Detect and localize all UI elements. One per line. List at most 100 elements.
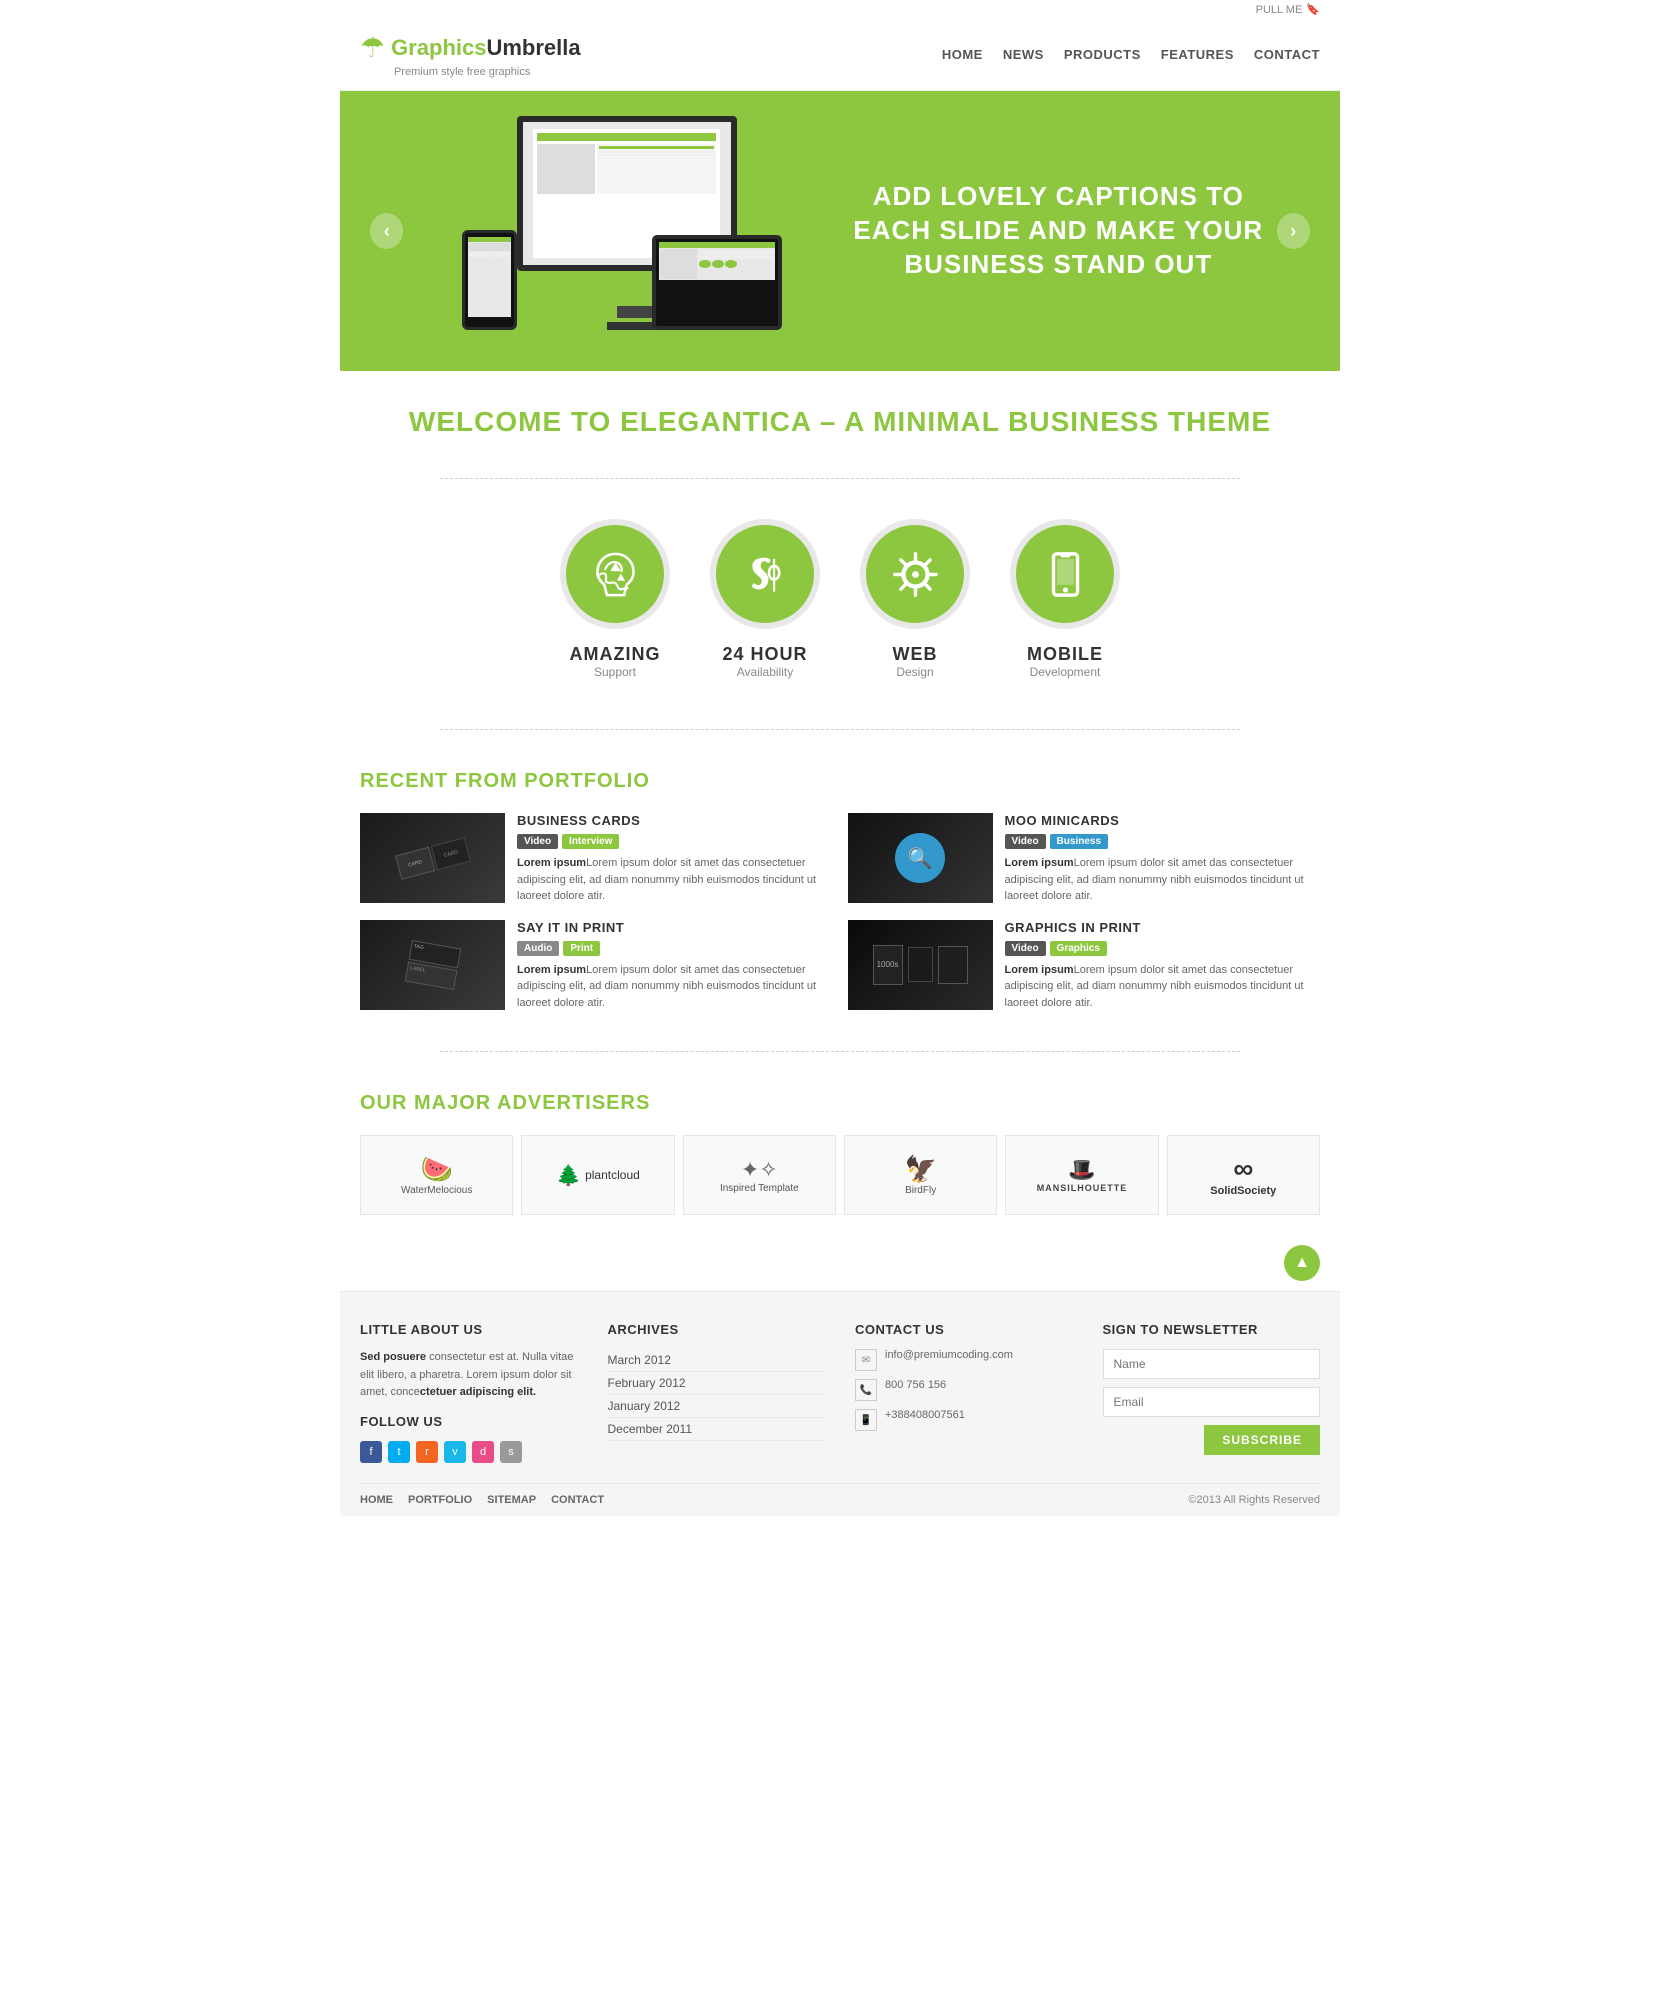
pull-me-label: PULL ME [1256, 4, 1303, 16]
divider [440, 478, 1240, 479]
contact-email-item: ✉ info@premiumcoding.com [855, 1349, 1073, 1371]
tag-interview[interactable]: Interview [562, 834, 619, 849]
footer-contact-title: CONTACT US [855, 1322, 1073, 1337]
portfolio-thumb-moo[interactable]: 🔍 [848, 813, 993, 903]
portfolio-tags: Video Graphics [1005, 941, 1321, 956]
welcome-heading: WELCOME TO ELEGANTICA – A MINIMAL BUSINE… [360, 406, 1320, 438]
contact-phone: 800 756 156 [885, 1379, 946, 1391]
footer-columns: LITTLE ABOUT US Sed posuere consectetur … [360, 1322, 1320, 1483]
tag-video[interactable]: Video [517, 834, 558, 849]
twitter-icon[interactable]: t [388, 1441, 410, 1463]
facebook-icon[interactable]: f [360, 1441, 382, 1463]
contact-phone-item: 📞 800 756 156 [855, 1379, 1073, 1401]
tag-graphics[interactable]: Graphics [1050, 941, 1107, 956]
rss-icon[interactable]: r [416, 1441, 438, 1463]
newsletter-email-input[interactable] [1103, 1387, 1321, 1417]
feature-mobile-title: MOBILE [1010, 644, 1120, 665]
divider-2 [440, 729, 1240, 730]
footer-nav: HOME PORTFOLIO SITEMAP CONTACT [360, 1494, 604, 1506]
feature-amazing-icon [560, 519, 670, 629]
footer-nav-portfolio[interactable]: PORTFOLIO [408, 1494, 472, 1506]
portfolio-item-text: Lorem ipsumLorem ipsum dolor sit amet da… [1005, 855, 1321, 905]
tag-video[interactable]: Video [1005, 941, 1046, 956]
slider-prev-button[interactable]: ‹ [370, 213, 403, 249]
phone-icon: 📞 [855, 1379, 877, 1401]
mobile-icon: 📱 [855, 1409, 877, 1431]
feature-24hour: 24 HOUR Availability [710, 519, 820, 679]
portfolio-info: SAY IT IN PRINT Audio Print Lorem ipsumL… [517, 920, 833, 1012]
newsletter-name-input[interactable] [1103, 1349, 1321, 1379]
feature-web-icon [860, 519, 970, 629]
feature-web-subtitle: Design [860, 665, 970, 679]
footer: LITTLE ABOUT US Sed posuere consectetur … [340, 1291, 1340, 1516]
features-section: AMAZING Support 24 HOUR Availability [340, 499, 1340, 709]
portfolio-item-title: MOO MINICARDS [1005, 813, 1321, 828]
advertiser-solid-society[interactable]: ∞ SolidSociety [1167, 1135, 1320, 1215]
social-icons: f t r v d s [360, 1441, 578, 1463]
portfolio-item-text: Lorem ipsumLorem ipsum dolor sit amet da… [1005, 962, 1321, 1012]
portfolio-item: 1000s GRAPHICS IN PRINT Video Graphics L… [848, 920, 1321, 1012]
copyright: ©2013 All Rights Reserved [1188, 1494, 1320, 1506]
slider-next-button[interactable]: › [1277, 213, 1310, 249]
advertiser-plantcloud[interactable]: 🌲 plantcloud [521, 1135, 674, 1215]
bookmark-icon: 🔖 [1306, 3, 1320, 16]
feature-mobile-icon [1010, 519, 1120, 629]
footer-about: LITTLE ABOUT US Sed posuere consectetur … [360, 1322, 578, 1463]
portfolio-thumb-print[interactable]: TAG LABEL [360, 920, 505, 1010]
hero-slider: ‹ [340, 91, 1340, 371]
back-to-top-button[interactable]: ▲ [1284, 1245, 1320, 1281]
tag-print[interactable]: Print [563, 941, 600, 956]
archive-january[interactable]: January 2012 [608, 1395, 826, 1418]
portfolio-tags: Audio Print [517, 941, 833, 956]
advertiser-birdfly[interactable]: 🦅 BirdFly [844, 1135, 997, 1215]
footer-follow-title: FOLLOW US [360, 1414, 578, 1429]
portfolio-info: BUSINESS CARDS Video Interview Lorem ips… [517, 813, 833, 905]
share-icon[interactable]: s [500, 1441, 522, 1463]
footer-bottom: HOME PORTFOLIO SITEMAP CONTACT ©2013 All… [360, 1483, 1320, 1516]
nav-home[interactable]: HOME [942, 47, 983, 62]
footer-contact: CONTACT US ✉ info@premiumcoding.com 📞 80… [855, 1322, 1073, 1463]
umbrella-icon: ☂ [360, 31, 385, 64]
dribbble-icon[interactable]: d [472, 1441, 494, 1463]
advertiser-inspired-template[interactable]: ✦✧ Inspired Template [683, 1135, 836, 1215]
nav-products[interactable]: PRODUCTS [1064, 47, 1141, 62]
footer-nav-contact[interactable]: CONTACT [551, 1494, 604, 1506]
slider-devices [403, 116, 840, 346]
portfolio-info: MOO MINICARDS Video Business Lorem ipsum… [1005, 813, 1321, 905]
logo-text: GraphicsUmbrella [391, 35, 581, 61]
advertiser-man-silhouette[interactable]: 🎩 MANSILHOUETTE [1005, 1135, 1158, 1215]
portfolio-item-text: Lorem ipsumLorem ipsum dolor sit amet da… [517, 962, 833, 1012]
tag-video[interactable]: Video [1005, 834, 1046, 849]
feature-web-title: WEB [860, 644, 970, 665]
email-icon: ✉ [855, 1349, 877, 1371]
archive-december[interactable]: December 2011 [608, 1418, 826, 1441]
feature-web: WEB Design [860, 519, 970, 679]
archive-february[interactable]: February 2012 [608, 1372, 826, 1395]
feature-mobile: MOBILE Development [1010, 519, 1120, 679]
footer-nav-sitemap[interactable]: SITEMAP [487, 1494, 536, 1506]
nav-features[interactable]: FEATURES [1161, 47, 1234, 62]
footer-nav-home[interactable]: HOME [360, 1494, 393, 1506]
slider-caption: ADD LOVELY CAPTIONS TO EACH SLIDE AND MA… [840, 180, 1277, 281]
footer-archives: ARCHIVES March 2012 February 2012 Januar… [608, 1322, 826, 1463]
tag-audio[interactable]: Audio [517, 941, 559, 956]
advertiser-watermelocious[interactable]: 🍉 WaterMelocious [360, 1135, 513, 1215]
divider-3 [440, 1051, 1240, 1052]
portfolio-title: RECENT FROM PORTFOLIO [360, 770, 1320, 793]
portfolio-thumb-business-cards[interactable]: CARD CARD [360, 813, 505, 903]
contact-email: info@premiumcoding.com [885, 1349, 1013, 1361]
subscribe-button[interactable]: SUBSCRIBE [1204, 1425, 1320, 1455]
portfolio-tags: Video Business [1005, 834, 1321, 849]
feature-amazing: AMAZING Support [560, 519, 670, 679]
vimeo-icon[interactable]: v [444, 1441, 466, 1463]
advertisers-section: OUR MAJOR ADVERTISERS 🍉 WaterMelocious 🌲… [340, 1072, 1340, 1235]
nav-contact[interactable]: CONTACT [1254, 47, 1320, 62]
archive-march[interactable]: March 2012 [608, 1349, 826, 1372]
device-mockup [462, 116, 782, 346]
portfolio-thumb-graphics[interactable]: 1000s [848, 920, 993, 1010]
tag-business[interactable]: Business [1050, 834, 1108, 849]
nav-news[interactable]: NEWS [1003, 47, 1044, 62]
portfolio-item: TAG LABEL SAY IT IN PRINT Audio Print Lo… [360, 920, 833, 1012]
advertisers-title: OUR MAJOR ADVERTISERS [360, 1092, 1320, 1115]
portfolio-item-title: SAY IT IN PRINT [517, 920, 833, 935]
